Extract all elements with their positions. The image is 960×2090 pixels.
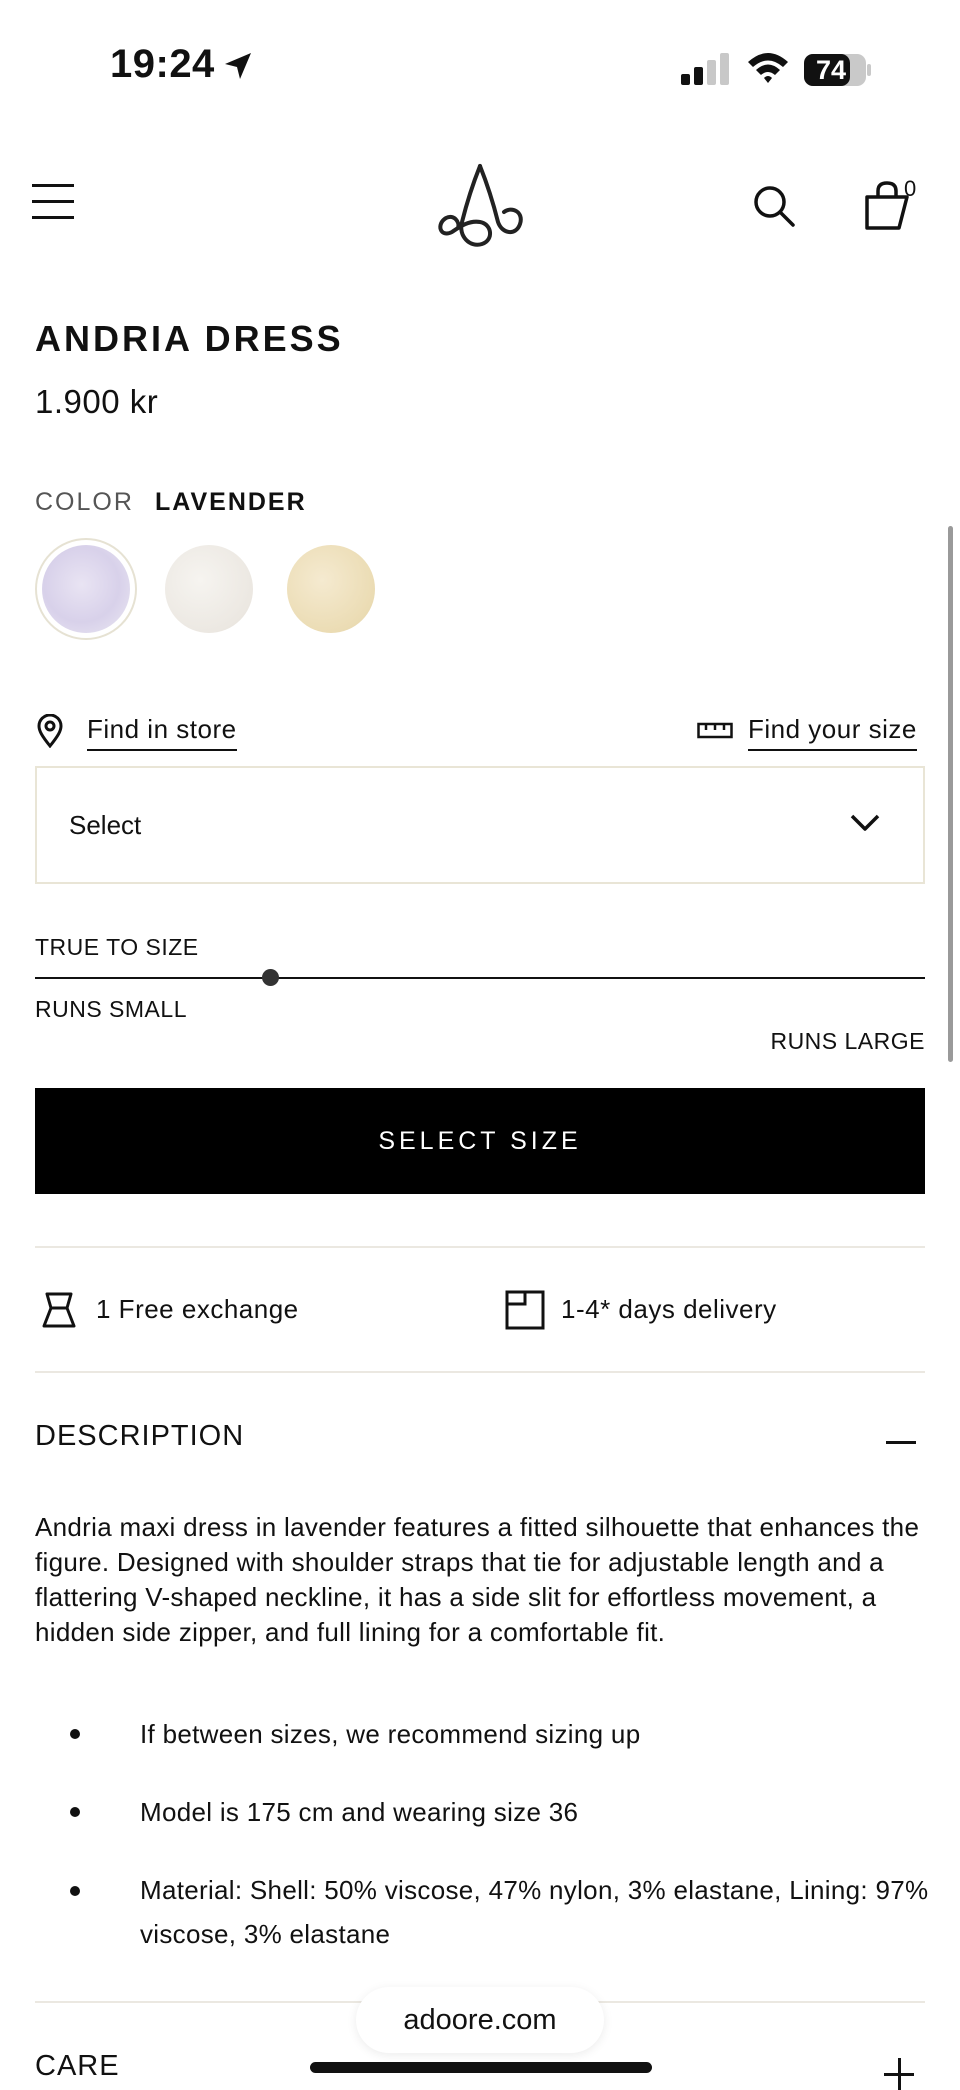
ruler-icon xyxy=(697,722,733,739)
fit-scale-marker xyxy=(262,969,280,986)
chevron-down-icon xyxy=(850,814,880,831)
color-swatch-lavender[interactable] xyxy=(42,545,130,633)
bullet-dot xyxy=(70,1886,80,1896)
url-bar[interactable]: adoore.com xyxy=(356,1987,604,2053)
select-size-button[interactable]: SELECT SIZE xyxy=(35,1088,925,1194)
bag-count: 0 xyxy=(904,176,917,201)
color-swatch-white[interactable] xyxy=(165,545,253,633)
product-price: 1.900 kr xyxy=(35,383,159,420)
exchange-dress-icon xyxy=(42,1292,76,1328)
expand-plus-icon[interactable] xyxy=(884,2073,914,2076)
find-your-size-link[interactable]: Find your size xyxy=(748,714,917,751)
product-title: ANDRIA DRESS xyxy=(35,318,344,359)
fit-label: TRUE TO SIZE xyxy=(35,934,199,960)
size-select[interactable]: Select xyxy=(35,766,925,884)
size-select-value: Select xyxy=(69,810,142,840)
battery-indicator: 74 xyxy=(803,52,873,88)
delivery-box-icon xyxy=(505,1290,545,1330)
description-heading[interactable]: DESCRIPTION xyxy=(35,1420,244,1453)
fit-max-label: RUNS LARGE xyxy=(770,1028,925,1054)
location-pin-icon xyxy=(37,714,63,748)
divider xyxy=(35,1371,925,1373)
bullet-dot xyxy=(70,1807,80,1817)
brand-logo[interactable] xyxy=(432,162,528,254)
description-bullet: Model is 175 cm and wearing size 36 xyxy=(140,1797,579,1827)
care-heading[interactable]: CARE xyxy=(35,2050,120,2083)
menu-icon[interactable] xyxy=(32,182,74,222)
color-label: COLOR xyxy=(35,488,134,516)
fit-min-label: RUNS SMALL xyxy=(35,996,187,1022)
find-in-store-link[interactable]: Find in store xyxy=(87,714,237,751)
wifi-icon xyxy=(748,53,788,83)
free-exchange-text: 1 Free exchange xyxy=(96,1294,299,1324)
search-icon[interactable] xyxy=(752,184,796,228)
home-indicator[interactable] xyxy=(310,2062,652,2073)
description-bullet: If between sizes, we recommend sizing up xyxy=(140,1719,641,1749)
selected-color-name: LAVENDER xyxy=(155,488,307,516)
divider xyxy=(35,1246,925,1248)
description-body: Andria maxi dress in lavender features a… xyxy=(35,1512,920,1647)
fit-scale-track xyxy=(35,977,925,979)
cellular-signal-icon xyxy=(681,53,729,85)
collapse-minus-icon[interactable] xyxy=(886,1441,916,1444)
color-swatch-cream[interactable] xyxy=(287,545,375,633)
status-time: 19:24 xyxy=(110,42,215,86)
scrollbar[interactable] xyxy=(948,526,953,1062)
bullet-dot xyxy=(70,1729,80,1739)
location-arrow-icon xyxy=(225,53,251,79)
description-bullet: Material: Shell: 50% viscose, 47% nylon,… xyxy=(140,1875,929,1949)
battery-level: 74 xyxy=(816,55,847,85)
delivery-time-text: 1-4* days delivery xyxy=(561,1294,777,1324)
